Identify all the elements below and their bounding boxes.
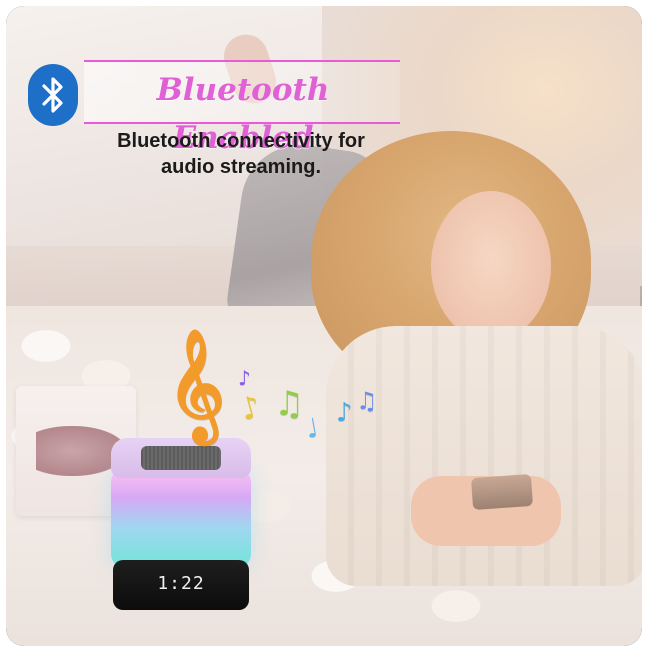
feature-subtitle: Bluetooth connectivity for audio streami…: [66, 128, 416, 180]
music-note-icon: ♪: [336, 398, 353, 428]
smartphone: [470, 473, 534, 511]
clock-display: 1:22: [157, 573, 205, 594]
speaker-grill: [141, 446, 221, 470]
speaker-lamp: 1:22: [111, 438, 251, 610]
bluetooth-icon: [42, 77, 63, 113]
music-note-icon: ♪: [238, 366, 251, 390]
subtitle-line: Bluetooth connectivity for: [117, 130, 365, 152]
woman-sweater: [326, 326, 642, 586]
music-note-icon: ♫: [274, 384, 305, 424]
subtitle-line: audio streaming.: [160, 156, 322, 178]
product-image: 1:22 𝄞 ♪ ♪ ♫ ♩ ♪ ♫ Bluetooth Enabled Blu…: [6, 6, 642, 646]
bluetooth-badge: [28, 64, 78, 126]
music-note-icon: ♫: [356, 386, 378, 415]
feature-title: Bluetooth Enabled: [156, 72, 330, 156]
woman-face: [431, 191, 551, 341]
speaker-light-body: [111, 468, 251, 568]
